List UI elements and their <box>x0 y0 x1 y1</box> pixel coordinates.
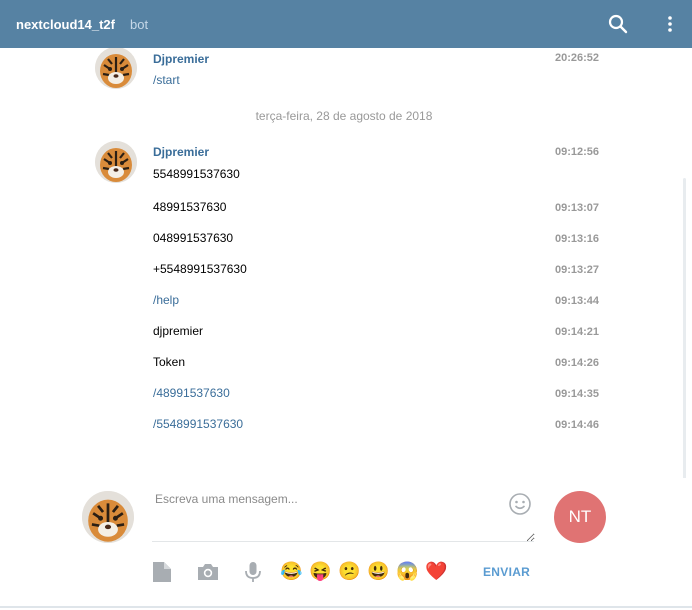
my-avatar[interactable]: NT <box>554 491 606 543</box>
message-text: +5548991537630 <box>153 262 247 276</box>
message-author[interactable]: Djpremier <box>153 145 209 159</box>
message-text: 48991537630 <box>153 200 227 214</box>
microphone-icon[interactable] <box>241 560 265 584</box>
message-text: 048991537630 <box>153 231 234 245</box>
emoji-smile-icon[interactable] <box>508 492 532 516</box>
message-time: 09:14:35 <box>555 388 600 400</box>
message-time: 09:14:46 <box>555 419 600 431</box>
scrollbar[interactable] <box>683 178 686 478</box>
message-time: 09:13:44 <box>555 295 600 307</box>
divider <box>0 606 692 608</box>
search-icon[interactable] <box>608 14 628 34</box>
message-text: Token <box>153 355 186 369</box>
compose-area: NT 😂 😝 😕 😃 😱 ❤️ ENVIAR <box>0 478 692 610</box>
message-time: 09:14:21 <box>555 326 600 338</box>
file-icon[interactable] <box>150 560 174 584</box>
emoji-smiley[interactable]: 😃 <box>367 560 389 582</box>
emoji-tongue-out[interactable]: 😝 <box>309 560 331 582</box>
message-time: 09:13:07 <box>555 202 600 214</box>
emoji-tears-of-joy[interactable]: 😂 <box>280 560 302 582</box>
emoji-scream[interactable]: 😱 <box>396 560 418 582</box>
message-history[interactable]: Djpremier 20:26:52 /start terça-feira, 2… <box>0 48 692 478</box>
send-button[interactable]: ENVIAR <box>483 565 530 579</box>
compose-avatar-tiger[interactable] <box>82 491 134 543</box>
camera-icon[interactable] <box>196 560 220 584</box>
message-time: 09:14:26 <box>555 357 600 369</box>
message-time: 09:12:56 <box>555 146 600 158</box>
more-vert-icon[interactable] <box>660 14 680 34</box>
message-text: 5548991537630 <box>153 167 240 181</box>
avatar-tiger[interactable] <box>95 141 137 183</box>
message-author[interactable]: Djpremier <box>153 52 209 66</box>
message-time: 20:26:52 <box>555 52 600 64</box>
emoji-heart[interactable]: ❤️ <box>425 560 447 582</box>
message-time: 09:13:16 <box>555 233 600 245</box>
emoji-confused[interactable]: 😕 <box>338 560 360 582</box>
chat-header: nextcloud14_t2f bot <box>0 0 692 48</box>
message-time: 09:13:27 <box>555 264 600 276</box>
message-text-link[interactable]: /5548991537630 <box>153 417 243 431</box>
message-text-link[interactable]: /start <box>153 73 180 87</box>
chat-subtitle: bot <box>130 17 149 32</box>
date-separator: terça-feira, 28 de agosto de 2018 <box>255 109 433 123</box>
chat-title[interactable]: nextcloud14_t2f <box>16 17 115 32</box>
message-text: djpremier <box>153 324 204 338</box>
message-input[interactable] <box>155 492 535 542</box>
message-text-link[interactable]: /help <box>153 293 179 307</box>
avatar-tiger[interactable] <box>95 48 137 89</box>
message-text-link[interactable]: /48991537630 <box>153 386 230 400</box>
input-underline <box>152 541 534 542</box>
